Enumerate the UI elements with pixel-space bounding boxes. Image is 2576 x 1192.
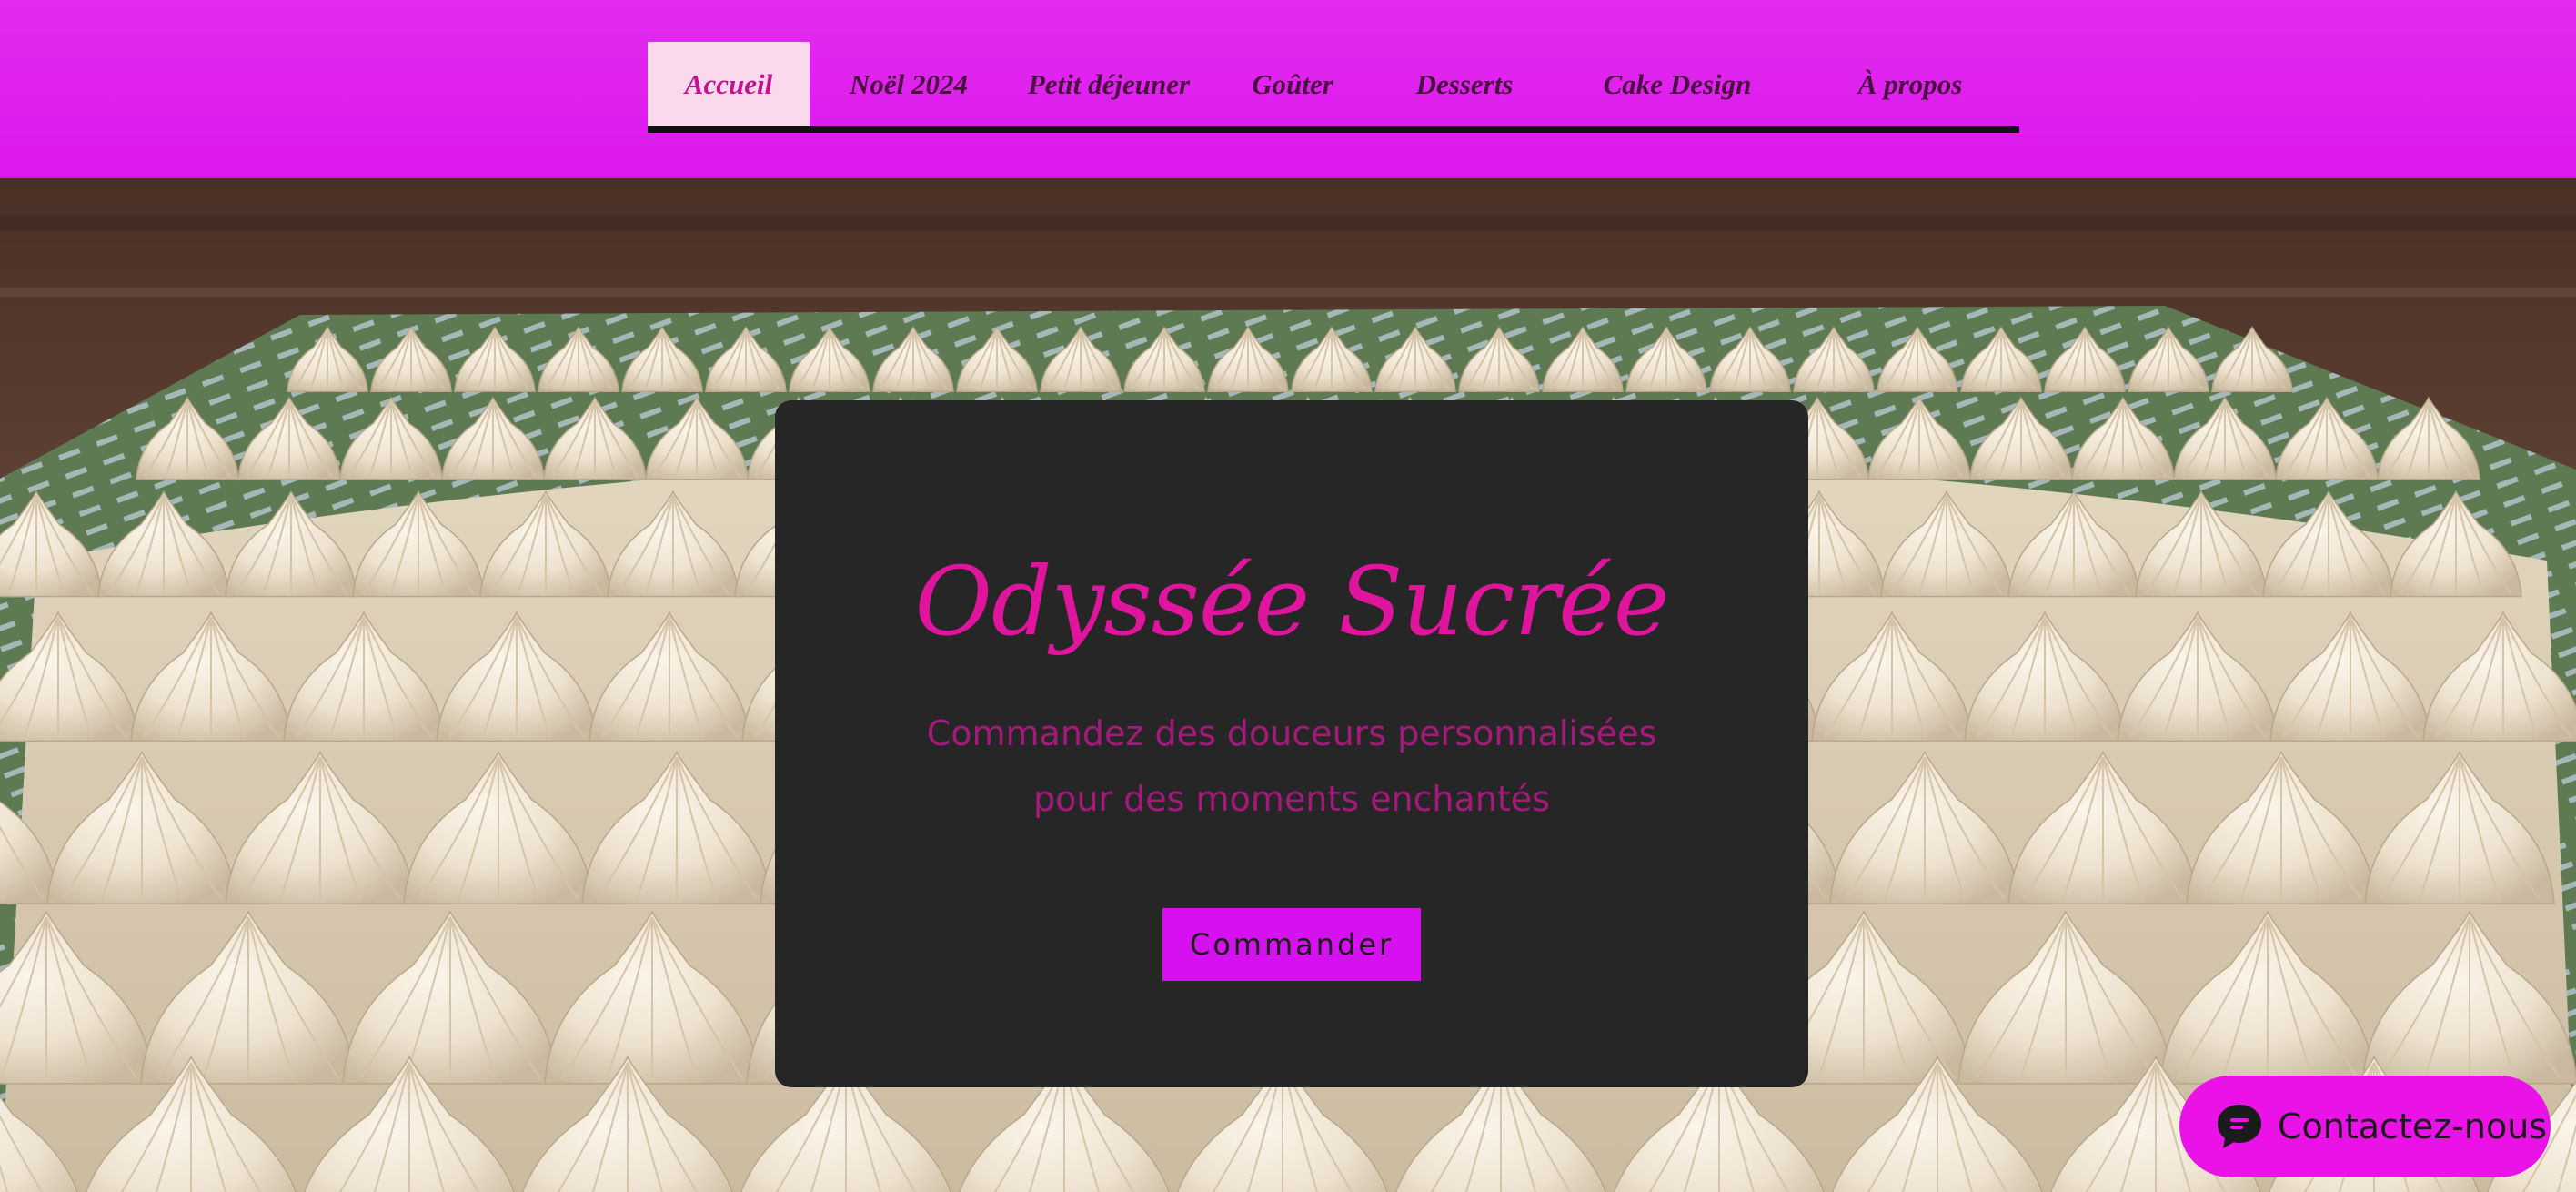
nav-item-petit-dejeuner[interactable]: Petit déjeuner — [1008, 42, 1210, 126]
nav-item-noel-2024[interactable]: Noël 2024 — [810, 42, 1008, 126]
brand-title: Odyssée Sucrée — [914, 546, 1670, 657]
nav-item-accueil[interactable]: Accueil — [648, 42, 810, 126]
nav-item-desserts[interactable]: Desserts — [1375, 42, 1554, 126]
hero-card: Odyssée Sucrée Commandez des douceurs pe… — [775, 400, 1808, 1087]
hero-subtitle-line-1: Commandez des douceurs personnalisées — [926, 713, 1657, 753]
chat-label: Contactez-nous — [2278, 1106, 2548, 1147]
contact-chat-button[interactable]: Contactez-nous — [2179, 1076, 2551, 1177]
site-header: Accueil Noël 2024 Petit déjeuner Goûter … — [0, 0, 2576, 178]
main-nav: Accueil Noël 2024 Petit déjeuner Goûter … — [648, 42, 2019, 133]
hero-subtitle-line-2: pour des moments enchantés — [1033, 779, 1550, 819]
nav-item-gouter[interactable]: Goûter — [1210, 42, 1375, 126]
nav-item-cake-design[interactable]: Cake Design — [1554, 42, 1801, 126]
nav-item-a-propos[interactable]: À propos — [1801, 42, 2019, 126]
order-button[interactable]: Commander — [1162, 908, 1421, 981]
chat-bubble-icon — [2218, 1105, 2261, 1148]
